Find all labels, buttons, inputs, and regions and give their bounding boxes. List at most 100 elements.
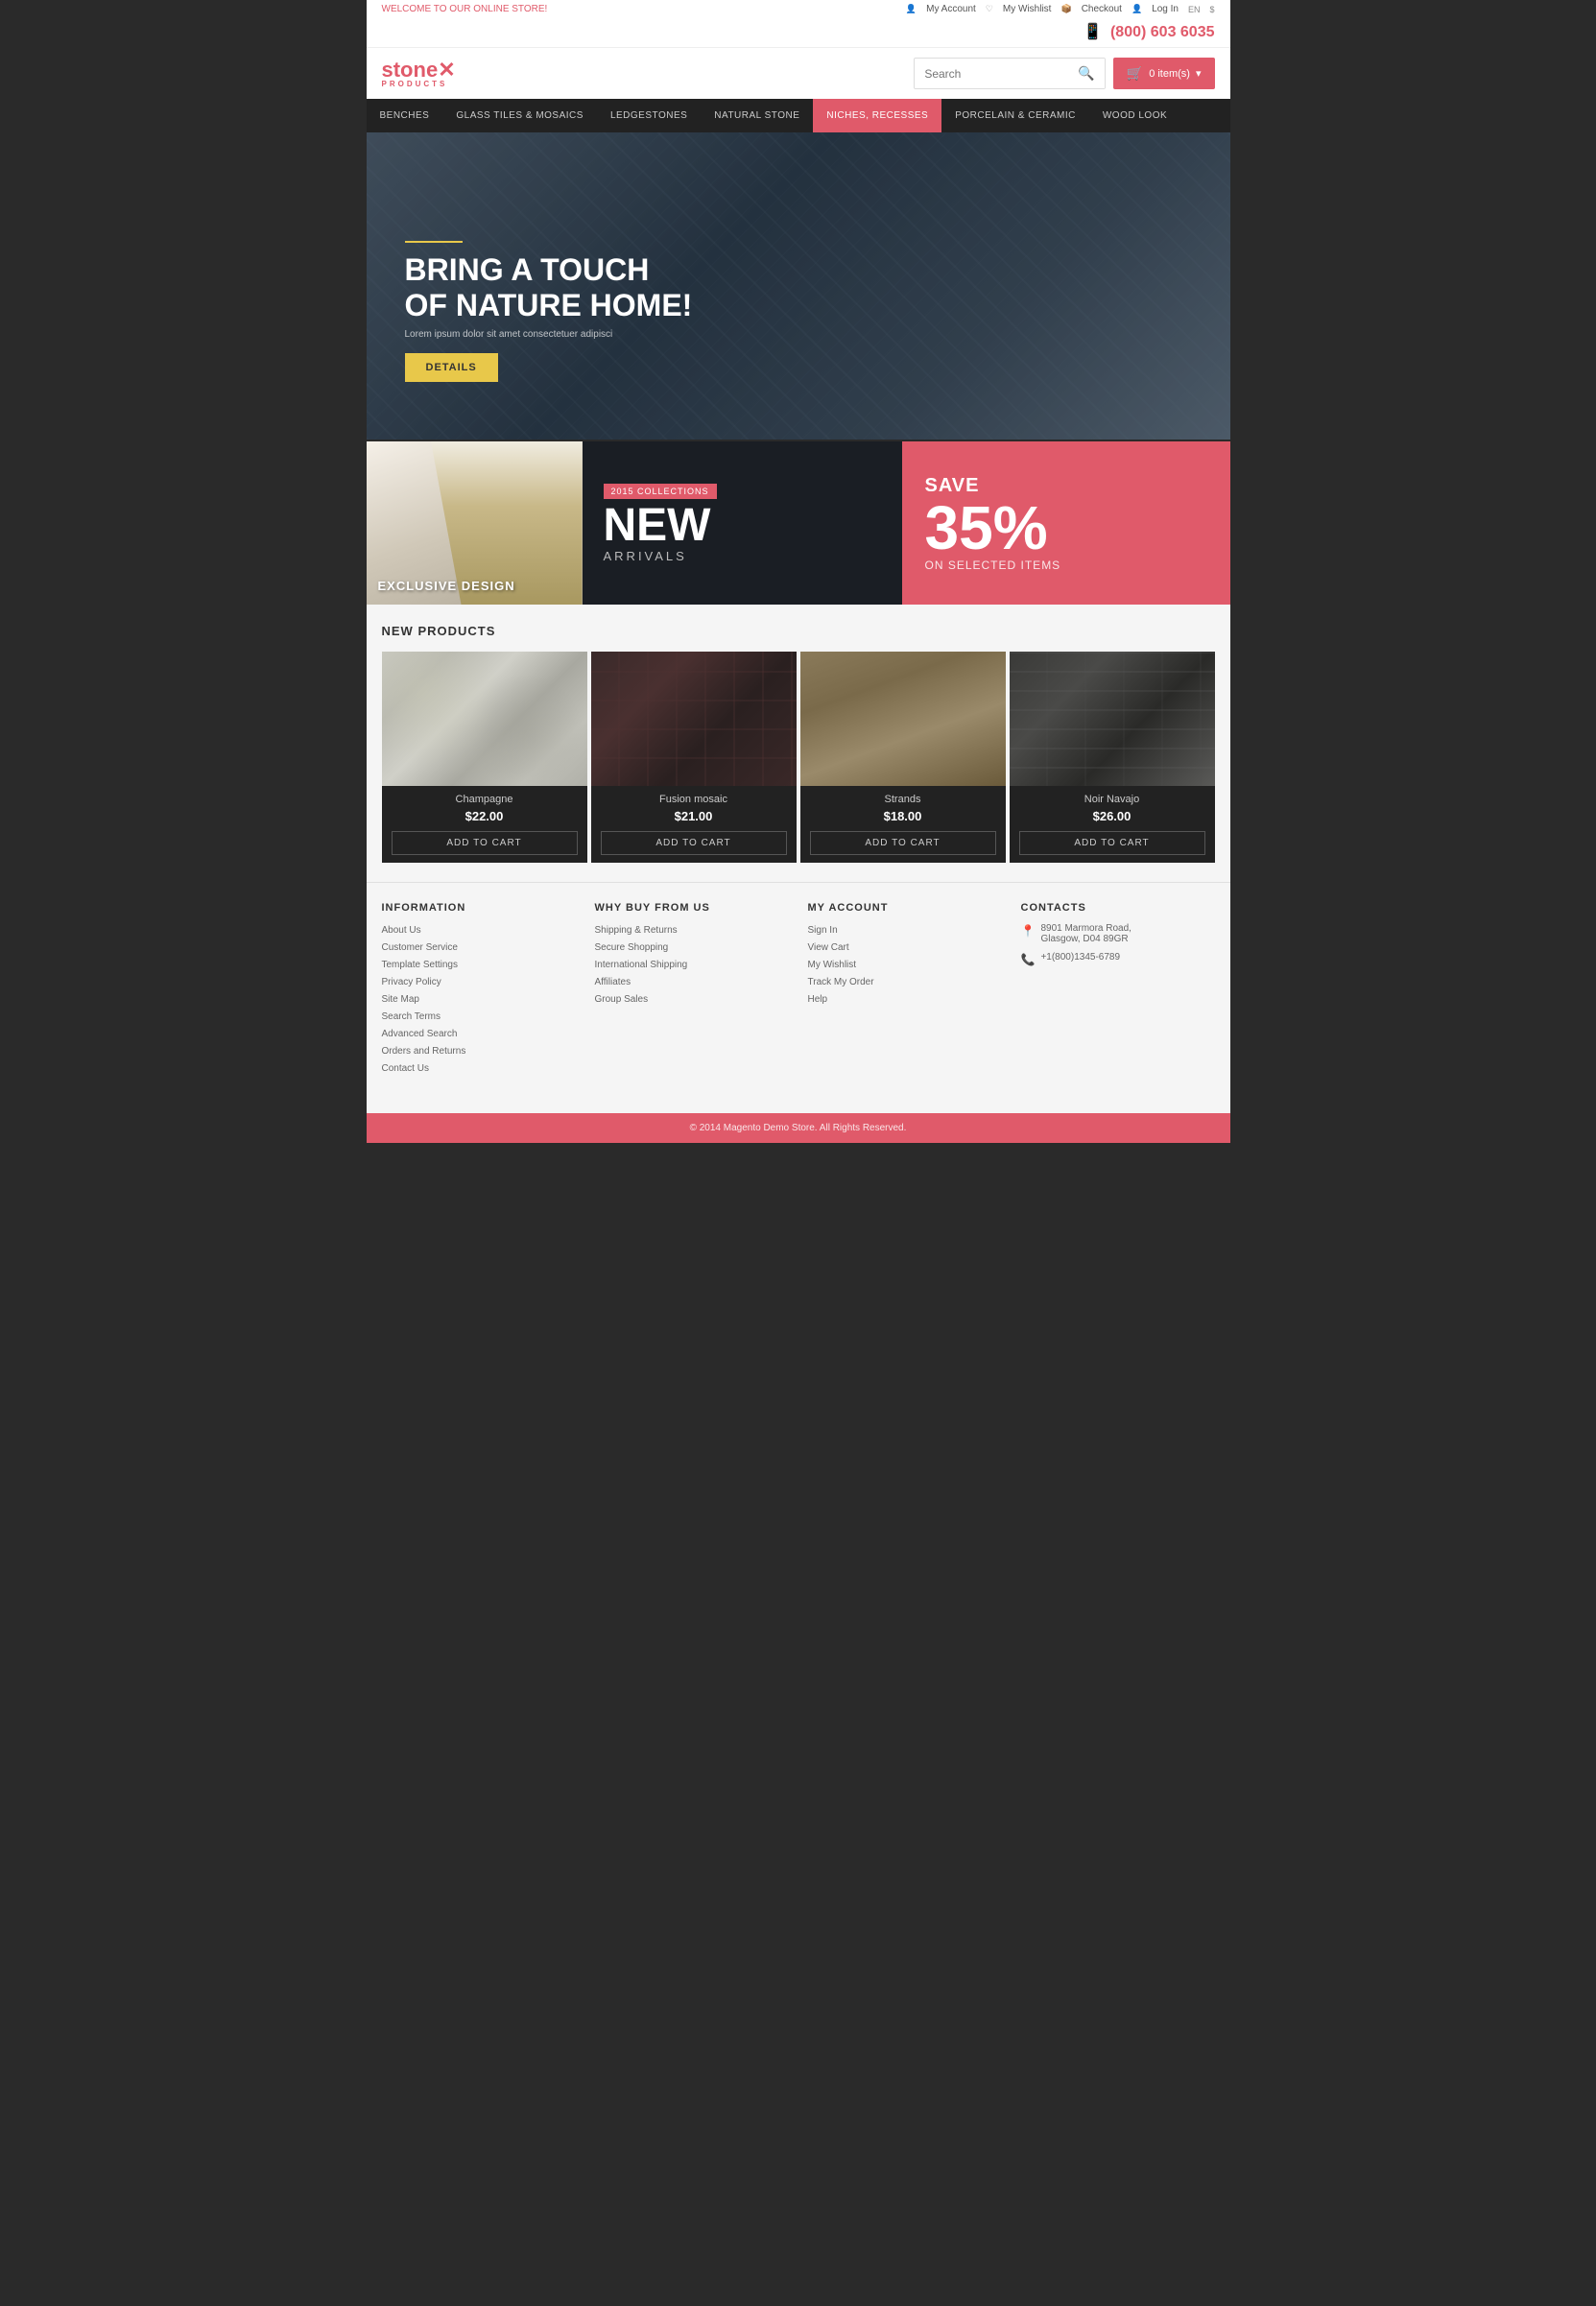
footer-group-sales[interactable]: Group Sales <box>595 992 789 1007</box>
footer-address: 📍 8901 Marmora Road,Glasgow, D04 89GR <box>1021 923 1215 944</box>
footer-my-account: MY ACCOUNT Sign In View Cart My Wishlist… <box>808 902 1002 1079</box>
nav-natural-stone[interactable]: NATURAL STONE <box>701 99 813 132</box>
hero-line <box>405 241 463 243</box>
product-image-champagne <box>382 652 587 786</box>
footer-information: INFORMATION About Us Customer Service Te… <box>382 902 576 1079</box>
top-bar: WELCOME TO OUR ONLINE STORE! 👤 My Accoun… <box>367 0 1230 18</box>
header: stone✕ PRODUCTS 🔍 🛒 0 item(s) ▾ <box>367 48 1230 99</box>
checkout-link[interactable]: Checkout <box>1082 4 1122 14</box>
save-percent: 35% <box>925 497 1048 559</box>
new-title: NEW <box>604 503 711 549</box>
footer-orders-returns[interactable]: Orders and Returns <box>382 1044 576 1058</box>
product-info-strands: Strands $18.00 ADD TO CART <box>800 786 1006 863</box>
products-grid: Champagne $22.00 ADD TO CART Fusion mosa… <box>382 652 1215 863</box>
footer-secure-shopping[interactable]: Secure Shopping <box>595 940 789 955</box>
cart-icon: 🛒 <box>1127 65 1143 82</box>
footer-my-account-title: MY ACCOUNT <box>808 902 1002 914</box>
footer-phone: 📞 +1(800)1345-6789 <box>1021 952 1215 966</box>
address-text: 8901 Marmora Road,Glasgow, D04 89GR <box>1040 923 1131 944</box>
product-card-strands[interactable]: Strands $18.00 ADD TO CART <box>800 652 1006 863</box>
footer-phone-icon: 📞 <box>1021 953 1036 966</box>
promo-exclusive[interactable]: EXCLUSIVE DESIGN <box>367 441 583 605</box>
product-image-strands <box>800 652 1006 786</box>
footer-view-cart[interactable]: View Cart <box>808 940 1002 955</box>
product-info-noir: Noir Navajo $26.00 ADD TO CART <box>1010 786 1215 863</box>
cart-button[interactable]: 🛒 0 item(s) ▾ <box>1113 58 1215 89</box>
product-card-fusion[interactable]: Fusion mosaic $21.00 ADD TO CART <box>591 652 797 863</box>
top-bar-icon: 📦 <box>1060 4 1071 14</box>
footer-site-map[interactable]: Site Map <box>382 992 576 1007</box>
collections-badge: 2015 COLLECTIONS <box>604 484 717 499</box>
footer-search-terms[interactable]: Search Terms <box>382 1010 576 1024</box>
cart-chevron: ▾ <box>1196 67 1202 80</box>
save-sub: ON SELECTED ITEMS <box>925 559 1061 572</box>
product-card-noir[interactable]: Noir Navajo $26.00 ADD TO CART <box>1010 652 1215 863</box>
product-price-strands: $18.00 <box>810 809 996 823</box>
phone-number: 📱 (800) 603 6035 <box>1084 24 1215 40</box>
exclusive-label: EXCLUSIVE DESIGN <box>378 579 515 593</box>
footer-my-wishlist[interactable]: My Wishlist <box>808 958 1002 972</box>
add-to-cart-fusion[interactable]: ADD TO CART <box>601 831 787 855</box>
footer-track-order[interactable]: Track My Order <box>808 975 1002 989</box>
search-button[interactable]: 🔍 <box>1068 59 1104 88</box>
add-to-cart-champagne[interactable]: ADD TO CART <box>392 831 578 855</box>
promo-new-arrivals[interactable]: 2015 COLLECTIONS NEW ARRIVALS <box>583 441 902 605</box>
my-account-link[interactable]: My Account <box>926 4 976 14</box>
add-to-cart-strands[interactable]: ADD TO CART <box>810 831 996 855</box>
hero-banner: BRING A TOUCH OF NATURE HOME! Lorem ipsu… <box>367 132 1230 440</box>
product-info-fusion: Fusion mosaic $21.00 ADD TO CART <box>591 786 797 863</box>
add-to-cart-noir[interactable]: ADD TO CART <box>1019 831 1205 855</box>
footer-phone-text: +1(800)1345-6789 <box>1040 952 1120 963</box>
main-nav: BENCHES GLASS TILES & MOSAICS LEDGESTONE… <box>367 99 1230 132</box>
footer-template-settings[interactable]: Template Settings <box>382 958 576 972</box>
hero-content: BRING A TOUCH OF NATURE HOME! Lorem ipsu… <box>405 241 693 382</box>
footer-grid: INFORMATION About Us Customer Service Te… <box>382 902 1215 1079</box>
my-wishlist-link[interactable]: My Wishlist <box>1003 4 1052 14</box>
nav-niches[interactable]: NICHES, RECESSES <box>813 99 941 132</box>
nav-glass-tiles[interactable]: GLASS TILES & MOSAICS <box>442 99 597 132</box>
nav-wood-look[interactable]: WOOD LOOK <box>1089 99 1180 132</box>
product-name-strands: Strands <box>810 794 996 805</box>
login-link[interactable]: Log In <box>1152 4 1179 14</box>
search-input[interactable] <box>915 60 1068 87</box>
nav-benches[interactable]: BENCHES <box>367 99 443 132</box>
footer-help[interactable]: Help <box>808 992 1002 1007</box>
header-right: 🔍 🛒 0 item(s) ▾ <box>914 58 1214 89</box>
nav-porcelain[interactable]: PORCELAIN & CERAMIC <box>941 99 1089 132</box>
footer-shipping-returns[interactable]: Shipping & Returns <box>595 923 789 938</box>
top-bar-links: 👤 My Account ♡ My Wishlist 📦 Checkout 👤 … <box>906 4 1215 14</box>
top-bar-icon: 👤 <box>1131 4 1142 14</box>
footer-sign-in[interactable]: Sign In <box>808 923 1002 938</box>
footer-about-us[interactable]: About Us <box>382 923 576 938</box>
location-icon: 📍 <box>1021 924 1036 938</box>
footer: INFORMATION About Us Customer Service Te… <box>367 882 1230 1113</box>
footer-customer-service[interactable]: Customer Service <box>382 940 576 955</box>
footer-contacts: CONTACTS 📍 8901 Marmora Road,Glasgow, D0… <box>1021 902 1215 1079</box>
phone-icon: 📱 <box>1084 24 1103 40</box>
product-image-noir <box>1010 652 1215 786</box>
flag-usd: $ <box>1209 5 1214 14</box>
footer-contact-us[interactable]: Contact Us <box>382 1061 576 1076</box>
product-card-champagne[interactable]: Champagne $22.00 ADD TO CART <box>382 652 587 863</box>
new-products-title: NEW PRODUCTS <box>382 624 1215 638</box>
product-name-noir: Noir Navajo <box>1019 794 1205 805</box>
search-box: 🔍 <box>914 58 1105 89</box>
footer-affiliates[interactable]: Affiliates <box>595 975 789 989</box>
promo-section: EXCLUSIVE DESIGN 2015 COLLECTIONS NEW AR… <box>367 441 1230 605</box>
copyright-text: © 2014 Magento Demo Store. All Rights Re… <box>690 1123 907 1133</box>
top-bar-icon: ♡ <box>986 4 993 14</box>
footer-international-shipping[interactable]: International Shipping <box>595 958 789 972</box>
product-name-champagne: Champagne <box>392 794 578 805</box>
footer-advanced-search[interactable]: Advanced Search <box>382 1027 576 1041</box>
product-price-noir: $26.00 <box>1019 809 1205 823</box>
flag-en: EN <box>1188 5 1201 14</box>
nav-ledgestones[interactable]: LEDGESTONES <box>597 99 701 132</box>
promo-save[interactable]: SAVE 35% ON SELECTED ITEMS <box>902 441 1230 605</box>
footer-why-buy-title: WHY BUY FROM US <box>595 902 789 914</box>
cart-count: 0 item(s) <box>1149 68 1190 80</box>
new-products-section: NEW PRODUCTS Champagne $22.00 ADD TO CAR… <box>367 605 1230 882</box>
hero-details-button[interactable]: DETAILS <box>405 353 498 382</box>
footer-information-title: INFORMATION <box>382 902 576 914</box>
logo[interactable]: stone✕ PRODUCTS <box>382 59 456 88</box>
footer-privacy-policy[interactable]: Privacy Policy <box>382 975 576 989</box>
